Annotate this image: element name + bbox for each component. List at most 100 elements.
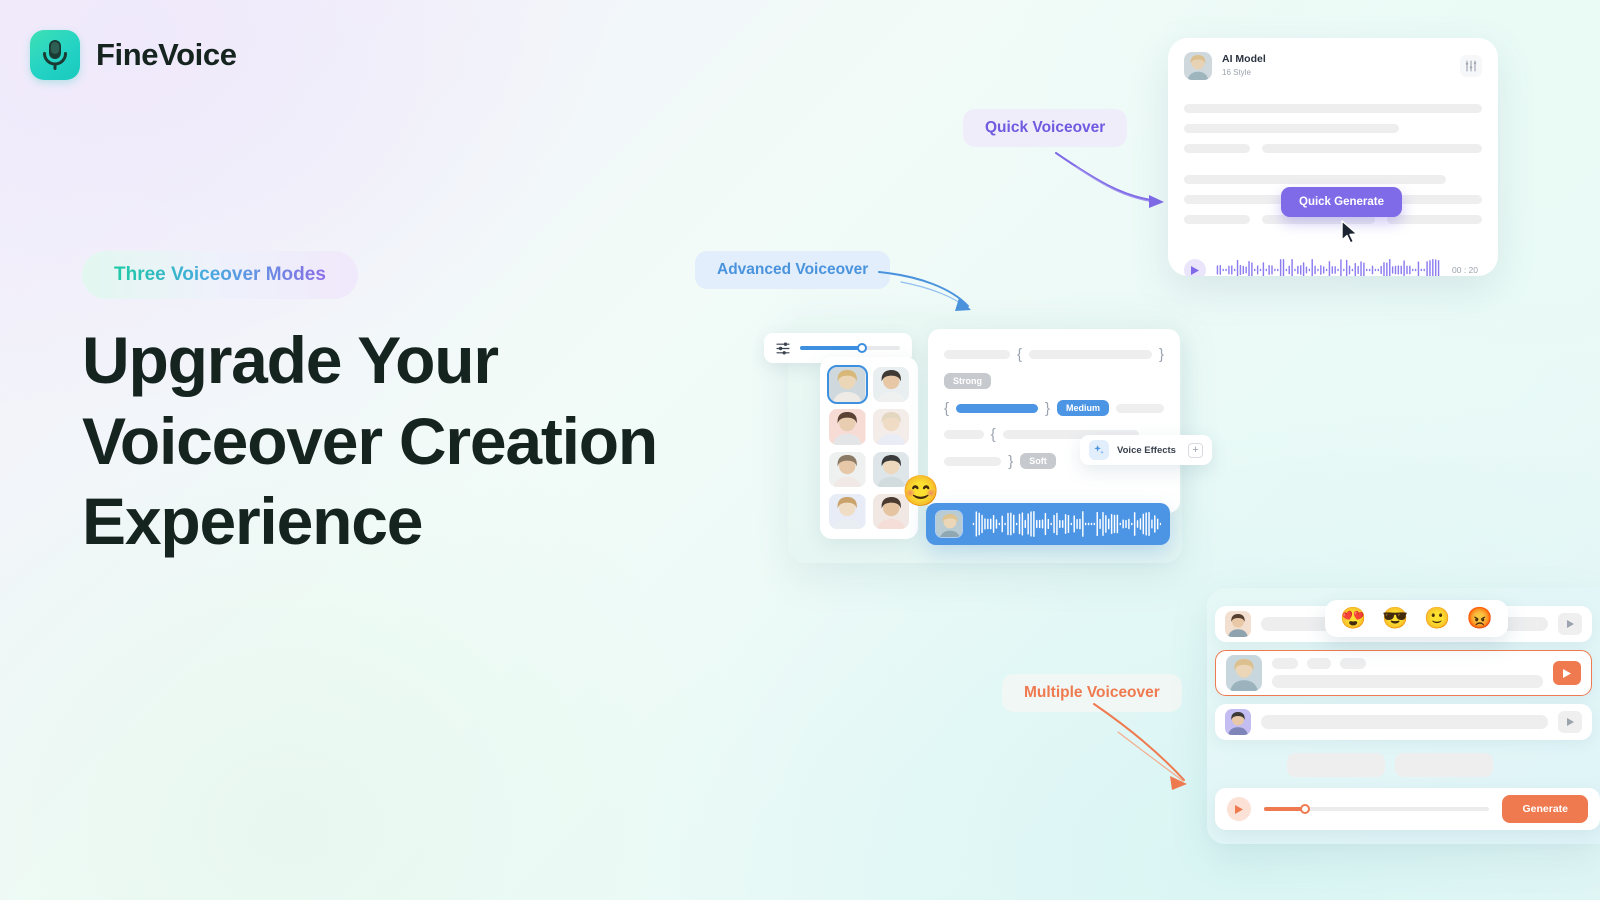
avatar — [1226, 655, 1262, 691]
avatar-option[interactable] — [827, 364, 868, 405]
quick-card-header: AI Model 16 Style — [1168, 38, 1498, 92]
audio-duration: 00 : 20 — [1452, 265, 1478, 275]
slider-fill — [800, 346, 862, 350]
action-placeholder[interactable] — [1395, 753, 1493, 777]
avatar — [1225, 611, 1251, 637]
brace-close-icon: } — [1158, 346, 1164, 363]
play-icon[interactable] — [1227, 797, 1251, 821]
quick-voiceover-card: AI Model 16 Style Quick Generate 00: 20 — [1168, 38, 1498, 276]
play-icon[interactable] — [1558, 613, 1582, 635]
callout-advanced-label: Advanced Voiceover — [717, 261, 869, 278]
voice-effects-label: Voice Effects — [1117, 444, 1176, 456]
play-glyph — [1563, 668, 1571, 678]
advanced-editor-panel: { } Strong { } Medium { } Soft — [928, 329, 1180, 513]
add-effect-button[interactable]: + — [1188, 442, 1203, 458]
play-icon[interactable] — [1184, 259, 1206, 276]
brace-close-icon: } — [1045, 399, 1051, 417]
hero-badge: Three Voiceover Modes — [82, 251, 358, 299]
brace-open-icon: { — [1017, 346, 1023, 363]
play-glyph — [1235, 804, 1243, 814]
arrow-multiple-icon — [1093, 703, 1187, 790]
brand-name: FineVoice — [96, 37, 237, 72]
mouse-cursor-icon — [1341, 220, 1358, 244]
equalizer-icon[interactable] — [1460, 55, 1482, 77]
equalizer-glyph — [1465, 60, 1477, 72]
avatar-image — [829, 451, 866, 487]
avatar-image — [829, 493, 866, 529]
avatar-option[interactable] — [872, 367, 909, 403]
advanced-waveform-bar[interactable] — [926, 503, 1170, 545]
emoji-reaction-bar[interactable]: 😍 😎 🙂 😡 — [1325, 600, 1508, 637]
multiple-voiceover-card: 😍 😎 🙂 😡 Generate — [1207, 588, 1600, 844]
avatar-image — [1225, 709, 1251, 735]
slight-smile-emoji[interactable]: 🙂 — [1424, 608, 1450, 629]
brace-close-icon: } — [1008, 452, 1014, 470]
sliders-icon — [776, 342, 790, 354]
multiple-card-footer: Generate — [1215, 788, 1600, 830]
avatar-option[interactable] — [829, 409, 866, 445]
arrow-quick-icon — [1055, 152, 1164, 208]
avatar-grid[interactable] — [820, 357, 918, 539]
avatar-option[interactable] — [829, 493, 866, 529]
microphone-glyph — [43, 40, 67, 70]
avatar-image — [829, 409, 866, 445]
sunglasses-smile-emoji[interactable]: 😎 — [1382, 608, 1408, 629]
slider-fill — [1264, 807, 1305, 811]
hero-badge-label: Three Voiceover Modes — [114, 264, 326, 285]
avatar-image — [936, 511, 962, 537]
quick-generate-button[interactable]: Quick Generate — [1281, 187, 1403, 217]
brand-logo[interactable]: FineVoice — [30, 30, 237, 80]
play-glyph — [1191, 265, 1199, 275]
generate-button[interactable]: Generate — [1502, 795, 1588, 823]
tag-strong[interactable]: Strong — [944, 373, 991, 389]
avatar-option[interactable] — [829, 451, 866, 487]
quick-card-player: 00 : 20 — [1168, 252, 1498, 276]
voice-effects-chip[interactable]: Voice Effects + — [1080, 435, 1212, 465]
waveform[interactable] — [1216, 258, 1440, 276]
play-icon-active[interactable] — [1553, 661, 1581, 685]
avatar-image — [872, 409, 909, 445]
editor-line: { } — [944, 347, 1164, 362]
page-title: Upgrade Your Voiceover Creation Experien… — [82, 323, 658, 559]
microphone-icon — [30, 30, 80, 80]
voice-track-row-selected[interactable] — [1215, 650, 1592, 696]
tag-medium[interactable]: Medium — [1057, 400, 1110, 416]
avatar-image — [1226, 655, 1262, 691]
model-style: 16 Style — [1222, 68, 1251, 78]
play-icon[interactable] — [1558, 711, 1582, 733]
callout-quick-voiceover: Quick Voiceover — [963, 109, 1128, 147]
editor-line: Strong — [944, 373, 1164, 389]
tag-soft[interactable]: Soft — [1020, 453, 1056, 469]
waveform — [972, 511, 1161, 537]
avatar-image — [1225, 611, 1251, 637]
model-name: AI Model — [1222, 53, 1266, 66]
avatar-option[interactable] — [872, 409, 909, 445]
sparkle-glyph — [1094, 445, 1104, 454]
heart-eyes-emoji[interactable]: 😍 — [1340, 608, 1366, 629]
callout-quick-label: Quick Voiceover — [985, 119, 1106, 136]
avatar — [1225, 709, 1251, 735]
action-placeholder[interactable] — [1287, 753, 1385, 777]
avatar-image — [829, 367, 866, 403]
avatar — [1184, 52, 1212, 80]
brace-open-icon: { — [944, 399, 950, 417]
brace-open-icon: { — [990, 426, 996, 443]
angry-face-emoji[interactable]: 😡 — [1466, 608, 1492, 629]
play-glyph — [1566, 620, 1574, 628]
arrow-advanced-icon — [878, 271, 971, 311]
advanced-voiceover-card: { } Strong { } Medium { } Soft Voice Eff… — [764, 315, 1212, 563]
play-glyph — [1566, 718, 1574, 726]
callout-multiple-voiceover: Multiple Voiceover — [1002, 674, 1182, 712]
voice-track-row[interactable] — [1215, 704, 1592, 740]
slider-track[interactable] — [800, 343, 900, 353]
sparkle-icon — [1089, 440, 1109, 460]
quick-card-body: Quick Generate — [1168, 92, 1498, 252]
slider-knob[interactable] — [857, 343, 867, 353]
callout-multiple-label: Multiple Voiceover — [1024, 684, 1160, 701]
editor-line: { } Medium — [944, 400, 1164, 416]
avatar-image — [872, 367, 909, 403]
playback-slider[interactable] — [1264, 804, 1490, 814]
avatar — [935, 510, 963, 538]
avatar-image — [1184, 52, 1212, 80]
slider-knob[interactable] — [1299, 804, 1310, 814]
